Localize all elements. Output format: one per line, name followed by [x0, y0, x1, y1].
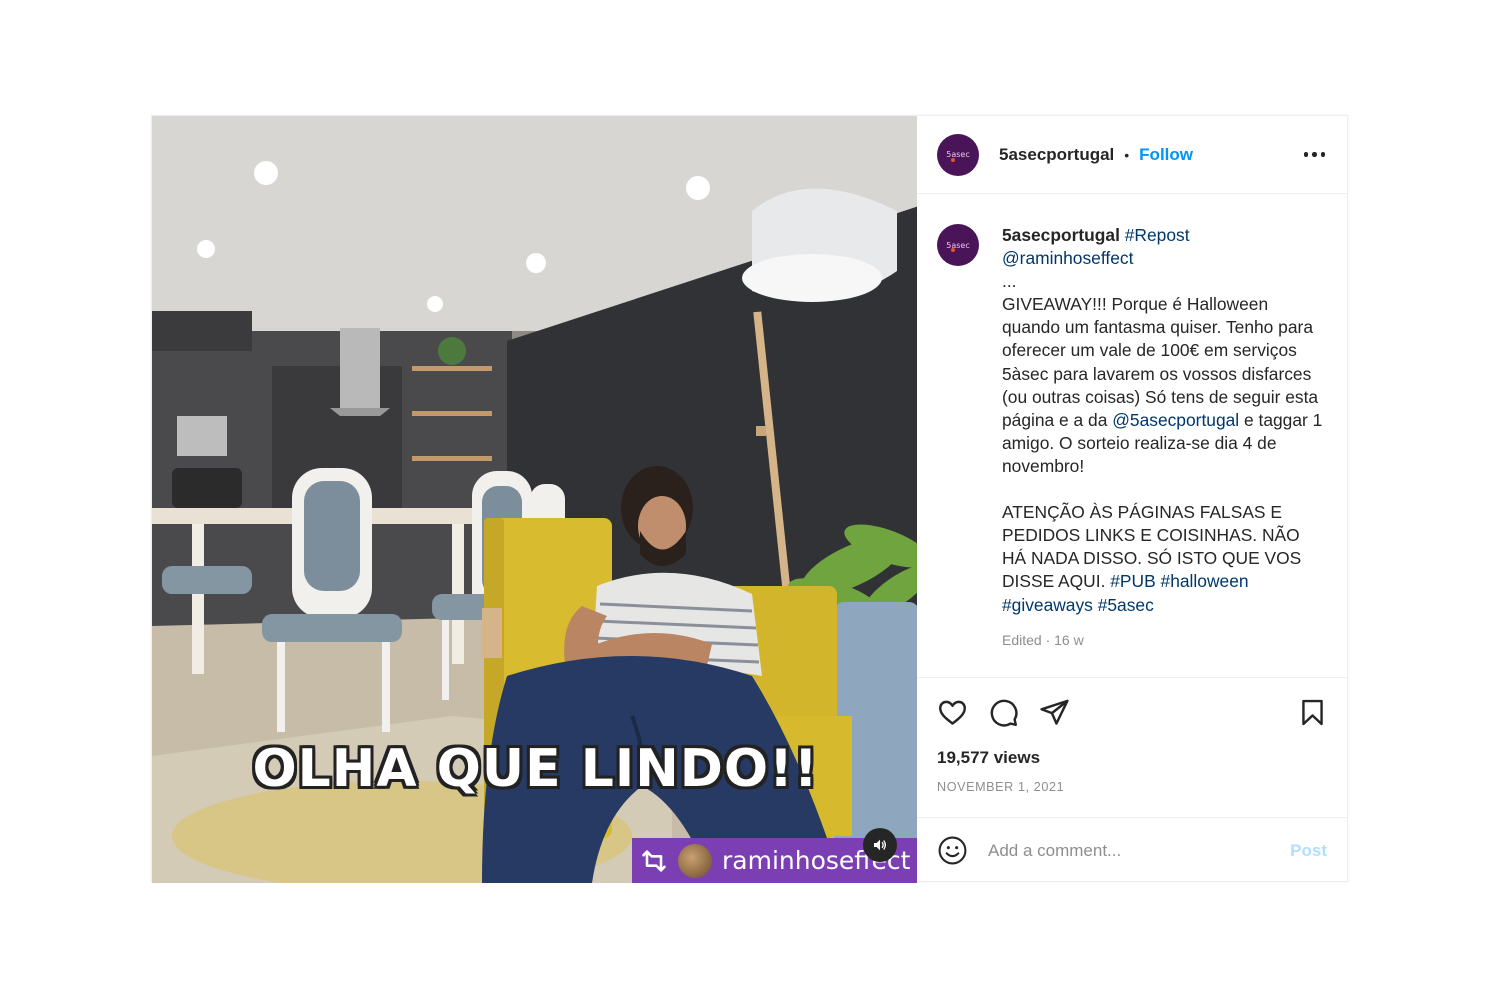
- video-overlay-text: OLHA QUE LINDO!!: [252, 739, 819, 799]
- account-avatar[interactable]: 5asec: [937, 133, 979, 176]
- edited-timestamp: Edited · 16 w: [1002, 631, 1084, 648]
- sound-toggle-button[interactable]: [863, 828, 897, 862]
- post-header: 5asec 5asecportugal • Follow: [917, 116, 1347, 194]
- caption-username[interactable]: 5asecportugal: [1002, 225, 1120, 245]
- heart-icon[interactable]: [937, 697, 968, 728]
- hashtag-halloween-link[interactable]: #halloween: [1161, 571, 1249, 591]
- post-actions: 19,577 views NOVEMBER 1, 2021: [917, 677, 1347, 817]
- hashtag-5asec-link[interactable]: #5asec: [1098, 595, 1154, 615]
- post-video[interactable]: OLHA QUE LINDO!! raminhoseffect: [152, 116, 917, 883]
- caption-comment: 5asec 5asecportugal #Repost @raminhoseff…: [937, 224, 1327, 652]
- mention-raminhoseffect-link[interactable]: @raminhoseffect: [1002, 248, 1133, 268]
- bookmark-icon[interactable]: [1298, 698, 1327, 727]
- more-options-icon[interactable]: [1302, 146, 1328, 163]
- instagram-post: OLHA QUE LINDO!! raminhoseffect 5asec 5a…: [151, 115, 1348, 883]
- speaker-icon: [874, 839, 886, 851]
- post-date[interactable]: NOVEMBER 1, 2021: [937, 780, 1327, 794]
- caption-ellipsis: ...: [1002, 271, 1017, 292]
- caption-section: 5asec 5asecportugal #Repost @raminhoseff…: [917, 194, 1347, 677]
- hashtag-repost-link[interactable]: #Repost: [1125, 225, 1190, 245]
- separator-dot: •: [1124, 146, 1130, 163]
- comment-bubble-icon[interactable]: [988, 697, 1019, 728]
- repost-avatar: [678, 843, 712, 878]
- post-comment-button[interactable]: Post: [1290, 841, 1327, 861]
- repost-icon: [642, 849, 666, 872]
- caption-avatar[interactable]: 5asec: [937, 224, 979, 266]
- comment-input[interactable]: [988, 840, 1291, 861]
- action-bar: [937, 678, 1327, 744]
- paper-plane-icon[interactable]: [1039, 697, 1070, 728]
- account-username[interactable]: 5asecportugal: [999, 145, 1114, 165]
- caption-text: 5asecportugal #Repost @raminhoseffect ..…: [1002, 224, 1327, 652]
- post-side-panel: 5asec 5asecportugal • Follow 5asec 5asec…: [917, 116, 1347, 883]
- hashtag-pub-link[interactable]: #PUB: [1110, 571, 1155, 591]
- emoji-smiley-icon[interactable]: [937, 835, 968, 866]
- follow-button[interactable]: Follow: [1139, 145, 1193, 165]
- hashtag-giveaways-link[interactable]: #giveaways: [1002, 595, 1093, 615]
- comment-form: Post: [917, 817, 1347, 883]
- view-count[interactable]: 19,577 views: [937, 748, 1327, 768]
- mention-5asecportugal-link[interactable]: @5asecportugal: [1112, 410, 1239, 430]
